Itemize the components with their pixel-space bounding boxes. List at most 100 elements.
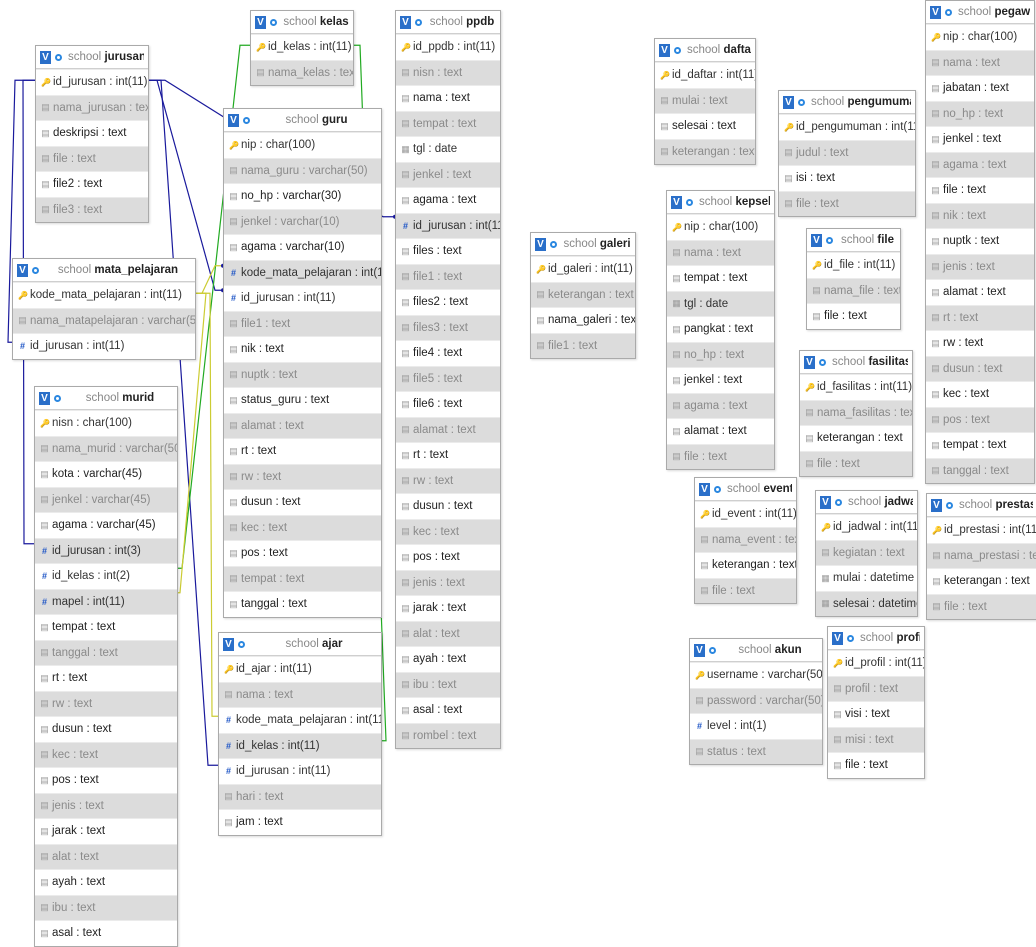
column-row[interactable]: ▤ deskripsi : text: [36, 120, 148, 146]
column-row[interactable]: ▤ nama_guru : varchar(50): [224, 157, 381, 183]
column-row[interactable]: 🔑 id_ajar : int(11): [219, 656, 381, 682]
column-row[interactable]: # id_jurusan : int(11): [396, 212, 500, 238]
table-options-icon[interactable]: [548, 238, 559, 251]
table-kepsek[interactable]: Vschool kepsek🔑nip : char(100)▤nama : te…: [666, 190, 775, 470]
table-header[interactable]: Vschool pegawai: [926, 1, 1034, 24]
column-row[interactable]: ▤ nama : text: [396, 85, 500, 111]
column-row[interactable]: ▤ rombel : text: [396, 722, 500, 748]
column-row[interactable]: ▤ status : text: [690, 738, 822, 764]
column-row[interactable]: ▤ jenis : text: [926, 253, 1034, 279]
toggle-columns-icon[interactable]: V: [400, 15, 411, 29]
column-row[interactable]: ▤ keterangan : text: [695, 552, 796, 578]
table-header[interactable]: Vschool jurusan: [36, 46, 148, 69]
column-row[interactable]: # kode_mata_pelajaran : int(11): [219, 707, 381, 733]
column-row[interactable]: ▤ ibu : text: [396, 671, 500, 697]
table-options-icon[interactable]: [796, 96, 807, 109]
column-row[interactable]: ▤ ayah : text: [35, 869, 177, 895]
table-header[interactable]: Vschool murid: [35, 387, 177, 410]
column-row[interactable]: ▤ misi : text: [828, 726, 924, 752]
column-row[interactable]: ▤ rt : text: [396, 442, 500, 468]
column-row[interactable]: ▦ tgl : date: [396, 136, 500, 162]
column-row[interactable]: ▤ jam : text: [219, 809, 381, 835]
table-kelas[interactable]: Vschool kelas 🔑 id_kelas : int(11) ▤ nama_ke…: [250, 10, 354, 86]
toggle-columns-icon[interactable]: V: [820, 495, 831, 509]
table-options-icon[interactable]: [236, 638, 247, 651]
column-row[interactable]: ▤ pos : text: [224, 540, 381, 566]
toggle-columns-icon[interactable]: V: [228, 113, 239, 127]
table-header[interactable]: Vschool mata_pelajaran: [13, 259, 195, 282]
toggle-columns-icon[interactable]: V: [931, 498, 942, 512]
column-row[interactable]: ▤ alat : text: [396, 620, 500, 646]
table-pegawai[interactable]: Vschool pegawai🔑nip : char(100)▤nama : t…: [925, 0, 1035, 484]
table-options-icon[interactable]: [413, 16, 424, 29]
column-row[interactable]: 🔑 nip : char(100): [926, 24, 1034, 50]
toggle-columns-icon[interactable]: V: [699, 482, 710, 496]
table-header[interactable]: Vschool jadwal: [816, 491, 917, 514]
toggle-columns-icon[interactable]: V: [811, 233, 822, 247]
toggle-columns-icon[interactable]: V: [930, 5, 941, 19]
column-row[interactable]: ▤ dusun : text: [35, 716, 177, 742]
table-pengumuman[interactable]: Vschool pengumuman🔑id_pengumuman : int(1…: [778, 90, 916, 217]
column-row[interactable]: ▤nama_prestasi : text: [927, 542, 1036, 568]
toggle-columns-icon[interactable]: V: [255, 15, 266, 29]
column-row[interactable]: ▤ keterangan : text: [531, 281, 635, 307]
column-row[interactable]: ▤ kec : text: [396, 518, 500, 544]
table-galeri[interactable]: Vschool galeri 🔑 id_galeri : int(11) ▤ keter…: [530, 232, 636, 359]
table-jadwal[interactable]: Vschool jadwal🔑id_jadwal : int(11)▤kegia…: [815, 490, 918, 617]
column-row[interactable]: ▤ kota : varchar(45): [35, 461, 177, 487]
column-row[interactable]: ▤ tanggal : text: [926, 457, 1034, 483]
column-row[interactable]: ▤ tempat : text: [396, 110, 500, 136]
column-row[interactable]: ▤ jenis : text: [396, 569, 500, 595]
column-row[interactable]: ▤ keterangan : text: [655, 138, 755, 164]
column-row[interactable]: ▤ judul : text: [779, 139, 915, 165]
table-header[interactable]: Vschool ppdb: [396, 11, 500, 34]
table-header[interactable]: Vschool file: [807, 229, 900, 252]
column-row[interactable]: ▤ keterangan : text: [800, 425, 912, 451]
column-row[interactable]: ▤ tanggal : text: [224, 591, 381, 617]
table-header[interactable]: Vschool pengumuman: [779, 91, 915, 114]
column-row[interactable]: ▦ mulai : datetime: [816, 565, 917, 591]
column-row[interactable]: ▤ pos : text: [926, 406, 1034, 432]
column-row[interactable]: ▤ nama_matapelajaran : varchar(50): [13, 307, 195, 333]
column-row[interactable]: ▤ status_guru : text: [224, 387, 381, 413]
column-row[interactable]: ▤ pangkat : text: [667, 316, 774, 342]
table-jurusan[interactable]: Vschool jurusan 🔑 id_jurusan : int(11) ▤ nam…: [35, 45, 149, 223]
table-header[interactable]: Vschool ajar: [219, 633, 381, 656]
column-row[interactable]: ▤ jenkel : text: [396, 161, 500, 187]
column-row[interactable]: ▤ file : text: [695, 577, 796, 603]
column-row[interactable]: ▤ nama_event : text: [695, 526, 796, 552]
column-row[interactable]: ▤ rt : text: [926, 304, 1034, 330]
column-row[interactable]: ▤ jarak : text: [396, 595, 500, 621]
column-row[interactable]: ▤ files3 : text: [396, 314, 500, 340]
table-options-icon[interactable]: [672, 44, 683, 57]
table-header[interactable]: Vschool kelas: [251, 11, 353, 34]
column-row[interactable]: ▤ file : text: [36, 145, 148, 171]
column-row[interactable]: ▤ nama_murid : varchar(50): [35, 435, 177, 461]
column-row[interactable]: 🔑 username : varchar(50): [690, 662, 822, 688]
column-row[interactable]: ▤ rt : text: [224, 438, 381, 464]
column-row[interactable]: ▦ tgl : date: [667, 290, 774, 316]
column-row[interactable]: ▤ nuptk : text: [224, 361, 381, 387]
column-row[interactable]: ▤ jenis : text: [35, 792, 177, 818]
column-row[interactable]: # level : int(1): [690, 713, 822, 739]
table-file[interactable]: Vschool file 🔑 id_file : int(11) ▤ nama_file…: [806, 228, 901, 330]
column-row[interactable]: 🔑 id_pengumuman : int(11): [779, 114, 915, 140]
column-row[interactable]: ▤ nisn : text: [396, 59, 500, 85]
table-murid[interactable]: Vschool murid 🔑 nisn : char(100) ▤ nama_muri…: [34, 386, 178, 947]
column-row[interactable]: ▤ nama_kelas : text: [251, 59, 353, 85]
column-row[interactable]: ▤ file2 : text: [36, 171, 148, 197]
column-row[interactable]: ▤ dusun : text: [396, 493, 500, 519]
column-row[interactable]: ▤ rw : text: [35, 690, 177, 716]
column-row[interactable]: ▤ alamat : text: [926, 279, 1034, 305]
column-row[interactable]: ▤ nik : text: [224, 336, 381, 362]
table-options-icon[interactable]: [943, 6, 954, 19]
table-event[interactable]: Vschool event 🔑 id_event : int(11) ▤ nama_ev…: [694, 477, 797, 604]
column-row[interactable]: ▤ profil : text: [828, 675, 924, 701]
column-row[interactable]: ▤ file : text: [667, 443, 774, 469]
column-row[interactable]: ▤ keterangan : text: [927, 568, 1036, 594]
column-row[interactable]: ▤ password : varchar(50): [690, 687, 822, 713]
column-row[interactable]: ▤ asal : text: [396, 697, 500, 723]
column-row[interactable]: ▤ file : text: [926, 177, 1034, 203]
column-row[interactable]: ▤ nama : text: [667, 239, 774, 265]
toggle-columns-icon[interactable]: V: [832, 631, 843, 645]
